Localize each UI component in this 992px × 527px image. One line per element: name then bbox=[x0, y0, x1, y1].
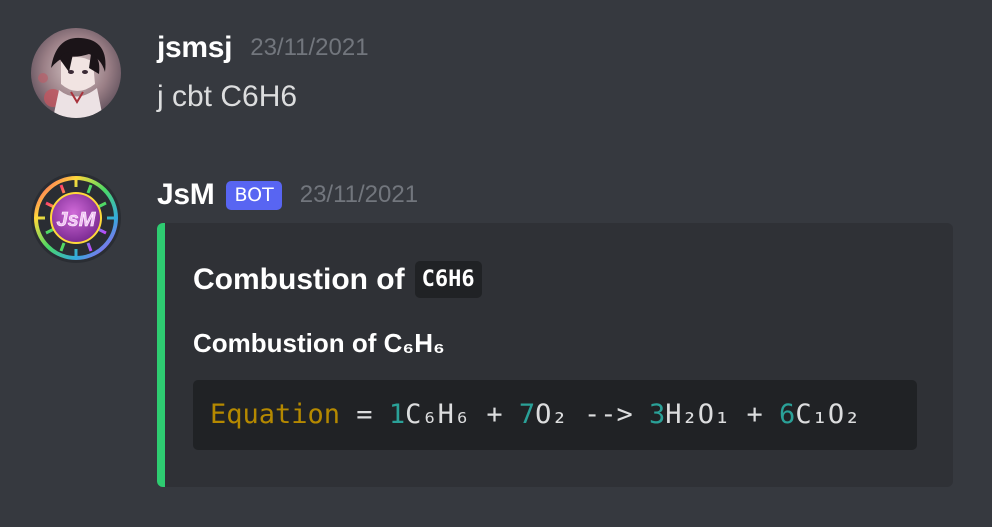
formula-2: O₂ bbox=[535, 399, 568, 430]
bot-badge: BOT bbox=[226, 180, 282, 210]
jsm-logo-icon: JsM bbox=[31, 173, 121, 263]
embed-title: Combustion of C6H6 bbox=[193, 261, 482, 298]
formula-1: C₆H₆ bbox=[405, 399, 471, 430]
coef-1: 1 bbox=[388, 399, 406, 430]
arrow: --> bbox=[567, 399, 649, 430]
coef-2: 7 bbox=[518, 399, 536, 430]
embed-title-text: Combustion of bbox=[193, 262, 405, 296]
message-jsmsj: jsmsj 23/11/2021 j cbt C6H6 bbox=[0, 0, 992, 150]
embed: Combustion of C6H6 Combustion of C₆H₆ Eq… bbox=[157, 223, 953, 487]
code-block: Equation = 1C₆H₆ + 7O₂ --> 3H₂O₁ + 6C₁O₂ bbox=[193, 380, 917, 450]
message-jsm-bot: JsM JsM BOT 23/11/2021 Combustion of C6H… bbox=[0, 150, 992, 527]
coef-4: 6 bbox=[779, 399, 796, 430]
coef-3: 3 bbox=[648, 399, 666, 430]
formula-4: C₁O₂ bbox=[795, 399, 861, 430]
user-avatar[interactable] bbox=[31, 28, 121, 118]
anime-avatar-icon bbox=[31, 28, 121, 118]
embed-field-name: Combustion of C₆H₆ bbox=[193, 328, 445, 358]
equals-sign: = bbox=[340, 399, 389, 430]
message-header: jsmsj 23/11/2021 bbox=[157, 28, 369, 68]
timestamp: 23/11/2021 bbox=[250, 34, 369, 61]
message-header: JsM BOT 23/11/2021 bbox=[157, 175, 418, 215]
plus-sign: + bbox=[730, 399, 780, 430]
equation-label: Equation bbox=[210, 399, 341, 430]
timestamp: 23/11/2021 bbox=[299, 181, 419, 208]
inline-code: C6H6 bbox=[414, 261, 482, 298]
formula-3: H₂O₁ bbox=[665, 399, 731, 430]
bot-avatar[interactable]: JsM bbox=[31, 173, 121, 263]
username[interactable]: JsM bbox=[157, 178, 215, 212]
plus-sign: + bbox=[470, 399, 519, 430]
message-content: j cbt C6H6 bbox=[157, 80, 298, 113]
username[interactable]: jsmsj bbox=[157, 31, 233, 65]
svg-text:JsM: JsM bbox=[57, 209, 97, 231]
